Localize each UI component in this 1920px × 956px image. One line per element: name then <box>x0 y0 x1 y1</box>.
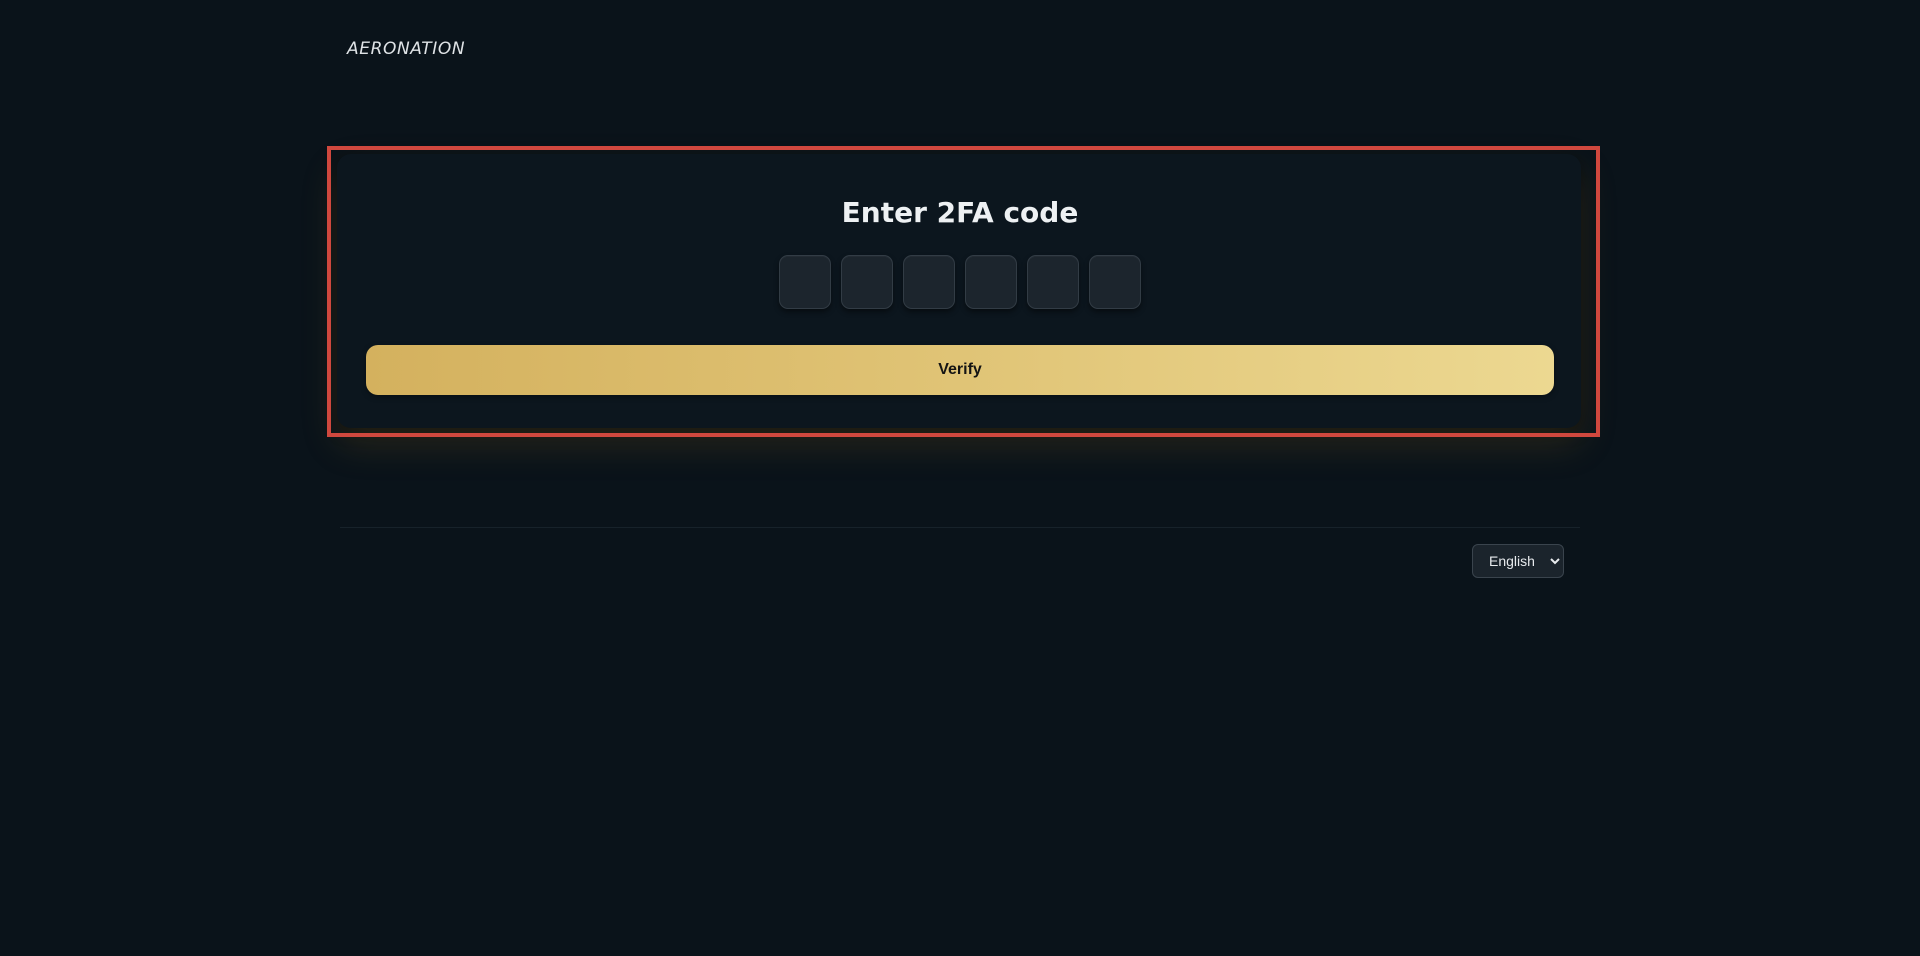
code-digit-5[interactable] <box>1027 255 1079 309</box>
code-digit-1[interactable] <box>779 255 831 309</box>
code-input-group <box>779 255 1141 309</box>
footer-divider <box>340 527 1580 528</box>
language-select[interactable]: English <box>1472 544 1564 578</box>
aeronation-logo[interactable]: AERONATION <box>347 38 465 60</box>
code-digit-6[interactable] <box>1089 255 1141 309</box>
code-digit-3[interactable] <box>903 255 955 309</box>
verify-button[interactable]: Verify <box>366 345 1554 395</box>
page: AERONATION Enter 2FA code Verify English <box>0 0 1920 956</box>
code-digit-4[interactable] <box>965 255 1017 309</box>
page-title: Enter 2FA code <box>841 196 1079 229</box>
code-digit-2[interactable] <box>841 255 893 309</box>
